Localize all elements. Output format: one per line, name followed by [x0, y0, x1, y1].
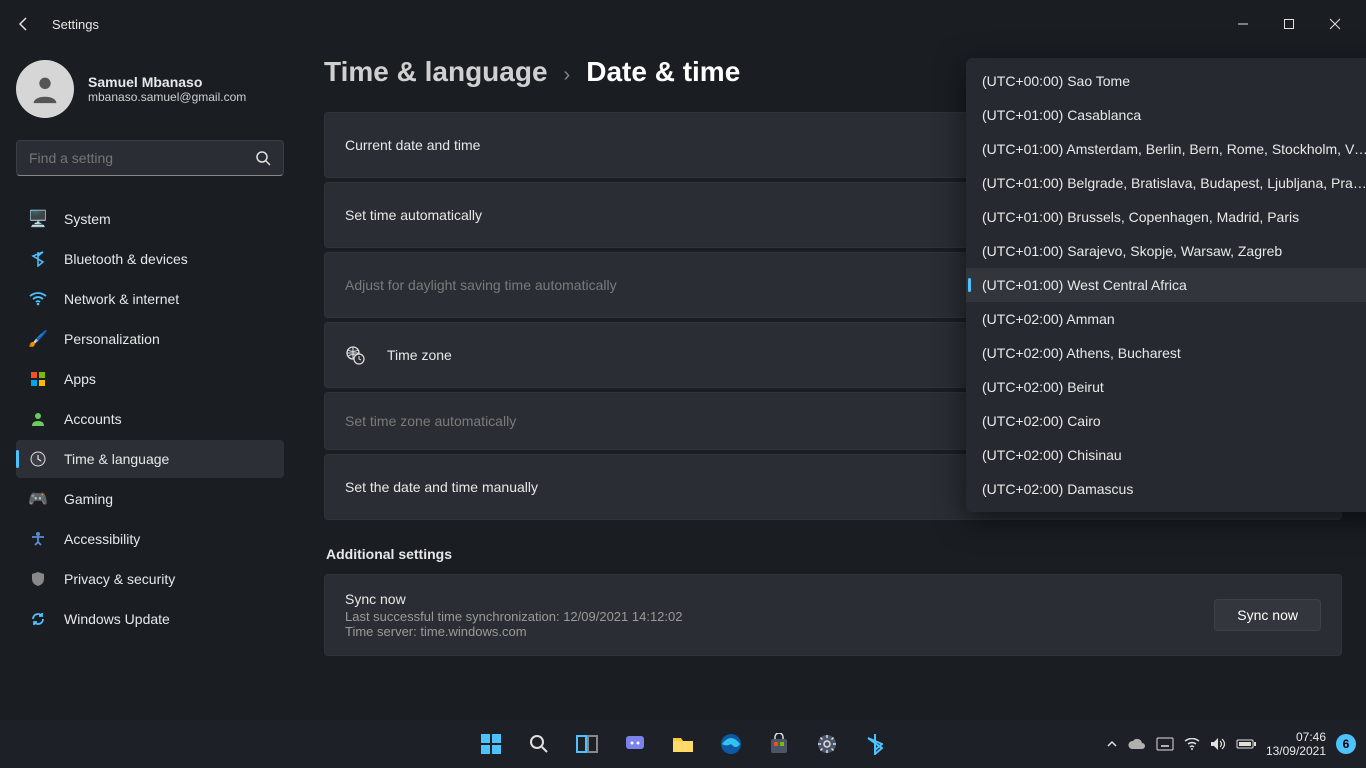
tz-option[interactable]: (UTC+01:00) Casablanca [966, 98, 1366, 132]
taskbar-clock[interactable]: 07:46 13/09/2021 [1266, 730, 1326, 759]
user-profile[interactable]: Samuel Mbanaso mbanaso.samuel@gmail.com [16, 60, 300, 118]
nav-time-language[interactable]: Time & language [16, 440, 284, 478]
tz-option[interactable]: (UTC+01:00) Belgrade, Bratislava, Budape… [966, 166, 1366, 200]
bluetooth-icon [28, 249, 48, 269]
taskbar-settings[interactable] [807, 724, 847, 764]
gaming-icon: 🎮 [28, 489, 48, 509]
back-button[interactable] [8, 8, 40, 40]
avatar [16, 60, 74, 118]
content-area: Time & language › Date & time Current da… [300, 48, 1366, 720]
person-icon [28, 409, 48, 429]
nav-apps[interactable]: Apps [16, 360, 284, 398]
sync-title: Sync now [345, 591, 1214, 607]
window-title: Settings [52, 17, 1220, 32]
sync-last: Last successful time synchronization: 12… [345, 609, 1214, 624]
clock-icon [28, 449, 48, 469]
search-input[interactable] [29, 150, 255, 166]
tz-option[interactable]: (UTC+01:00) Sarajevo, Skopje, Warsaw, Za… [966, 234, 1366, 268]
taskbar-chat[interactable] [615, 724, 655, 764]
globe-clock-icon [345, 345, 367, 365]
card-sync-now: Sync now Last successful time synchroniz… [324, 574, 1342, 656]
notification-badge[interactable]: 6 [1336, 734, 1356, 754]
wifi-icon [28, 289, 48, 309]
monitor-icon: 🖥️ [28, 209, 48, 229]
nav-accounts[interactable]: Accounts [16, 400, 284, 438]
update-icon [28, 609, 48, 629]
tz-option[interactable]: (UTC+02:00) Damascus [966, 472, 1366, 506]
nav-personalization[interactable]: 🖌️Personalization [16, 320, 284, 358]
tz-option[interactable]: (UTC+02:00) Cairo [966, 404, 1366, 438]
taskbar: 07:46 13/09/2021 6 [0, 720, 1366, 768]
sync-now-button[interactable]: Sync now [1214, 599, 1321, 631]
minimize-button[interactable] [1220, 8, 1266, 40]
taskbar-edge[interactable] [711, 724, 751, 764]
close-button[interactable] [1312, 8, 1358, 40]
nav-windows-update[interactable]: Windows Update [16, 600, 284, 638]
taskbar-bluetooth[interactable] [855, 724, 895, 764]
taskbar-search[interactable] [519, 724, 559, 764]
taskbar-center [471, 724, 895, 764]
shield-icon [28, 569, 48, 589]
start-button[interactable] [471, 724, 511, 764]
tray-chevron-icon[interactable] [1106, 738, 1118, 750]
tz-option[interactable]: (UTC+02:00) Athens, Bucharest [966, 336, 1366, 370]
accessibility-icon [28, 529, 48, 549]
search-icon [255, 150, 271, 166]
sync-server: Time server: time.windows.com [345, 624, 1214, 639]
tz-option[interactable]: (UTC+01:00) Brussels, Copenhagen, Madrid… [966, 200, 1366, 234]
tray-keyboard-icon[interactable] [1156, 737, 1174, 751]
taskbar-taskview[interactable] [567, 724, 607, 764]
search-box[interactable] [16, 140, 284, 176]
nav-bluetooth[interactable]: Bluetooth & devices [16, 240, 284, 278]
user-email: mbanaso.samuel@gmail.com [88, 90, 246, 104]
nav-privacy[interactable]: Privacy & security [16, 560, 284, 598]
taskbar-right: 07:46 13/09/2021 6 [1106, 730, 1366, 759]
chevron-right-icon: › [564, 64, 571, 87]
timezone-dropdown[interactable]: (UTC+00:00) Sao Tome (UTC+01:00) Casabla… [966, 58, 1366, 512]
nav-accessibility[interactable]: Accessibility [16, 520, 284, 558]
user-name: Samuel Mbanaso [88, 74, 246, 90]
nav-gaming[interactable]: 🎮Gaming [16, 480, 284, 518]
nav-network[interactable]: Network & internet [16, 280, 284, 318]
tz-option[interactable]: (UTC+02:00) Chisinau [966, 438, 1366, 472]
breadcrumb-parent[interactable]: Time & language [324, 56, 548, 88]
apps-icon [28, 369, 48, 389]
tray-volume-icon[interactable] [1210, 737, 1226, 751]
tz-option[interactable]: (UTC+01:00) Amsterdam, Berlin, Bern, Rom… [966, 132, 1366, 166]
nav-system[interactable]: 🖥️System [16, 200, 284, 238]
tz-option-selected[interactable]: (UTC+01:00) West Central Africa [966, 268, 1366, 302]
taskbar-store[interactable] [759, 724, 799, 764]
tray-wifi-icon[interactable] [1184, 738, 1200, 750]
tray-battery-icon[interactable] [1236, 738, 1256, 750]
taskbar-explorer[interactable] [663, 724, 703, 764]
sidebar: Samuel Mbanaso mbanaso.samuel@gmail.com … [0, 48, 300, 720]
additional-settings-header: Additional settings [326, 546, 1342, 562]
tz-option[interactable]: (UTC+00:00) Sao Tome [966, 64, 1366, 98]
tray-onedrive-icon[interactable] [1128, 738, 1146, 750]
brush-icon: 🖌️ [28, 329, 48, 349]
titlebar: Settings [0, 0, 1366, 48]
nav-list: 🖥️System Bluetooth & devices Network & i… [16, 200, 284, 638]
breadcrumb-current: Date & time [586, 56, 740, 88]
tz-option[interactable]: (UTC+02:00) Amman [966, 302, 1366, 336]
maximize-button[interactable] [1266, 8, 1312, 40]
tz-option[interactable]: (UTC+02:00) Beirut [966, 370, 1366, 404]
